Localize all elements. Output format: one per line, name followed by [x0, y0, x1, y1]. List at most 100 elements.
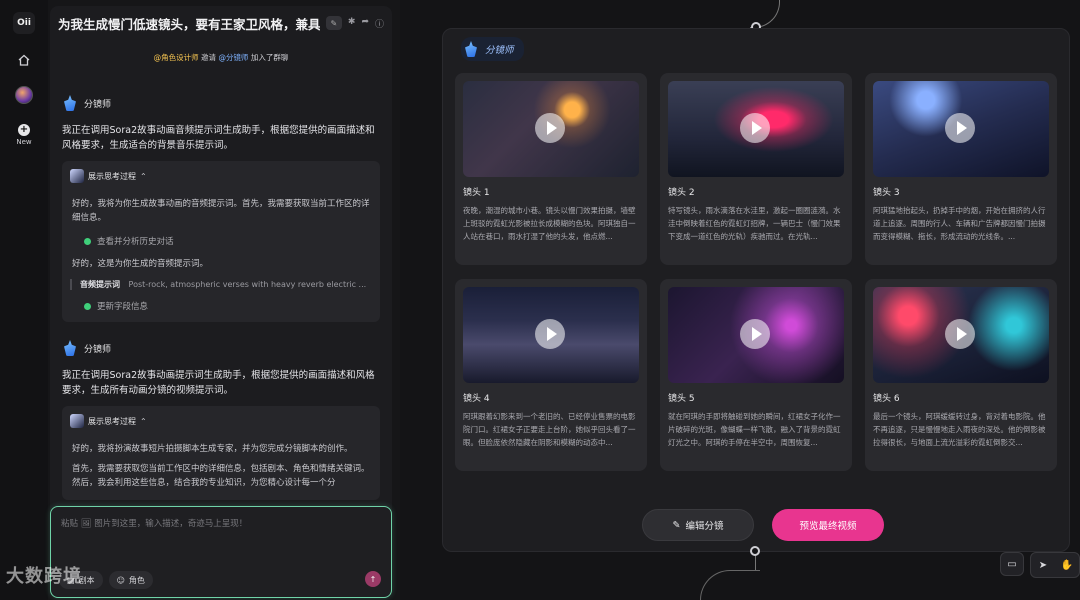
storyboard-node-header: 分镜师	[461, 37, 524, 61]
character-tool-label: 角色	[128, 575, 145, 585]
chat-header-actions: ✱ ➦ ⓘ	[348, 17, 384, 30]
share-icon[interactable]: ➦	[361, 17, 369, 30]
shot-card[interactable]: 镜头 3 阿琪猛地抬起头，扔掉手中的烟，开始在拥挤的人行道上追逐。周围的行人、车…	[865, 73, 1057, 265]
chat-message: 分镜师 我正在调用Sora2故事动画提示词生成助手，根据您提供的画面描述和风格要…	[50, 338, 392, 500]
chat-title: 为我生成慢门低速镜头，要有王家卫风格，兼具港风	[58, 16, 320, 32]
shot-thumbnail[interactable]	[668, 81, 844, 177]
step-item: 查看并分析历史对话	[70, 235, 372, 247]
storyboard-agent-icon	[62, 338, 78, 358]
message-header: 分镜师	[62, 338, 380, 358]
shot-thumbnail[interactable]	[873, 81, 1049, 177]
shot-title: 镜头 1	[463, 188, 490, 198]
play-icon[interactable]	[535, 319, 565, 349]
shot-thumbnail[interactable]	[463, 81, 639, 177]
shot-title: 镜头 6	[873, 394, 900, 404]
storyboard-agent-icon	[62, 93, 78, 113]
thinking-label: 展示思考过程	[88, 416, 136, 426]
check-dot-icon	[84, 237, 91, 245]
chevron-up-icon: ⌃	[140, 171, 147, 181]
thinking-text: 首先，我需要获取您当前工作区中的详细信息，包括剧本、角色和情绪关键词。然后，我会…	[72, 464, 370, 488]
edit-title-icon[interactable]: ✎	[325, 16, 342, 30]
canvas: 分镜师 镜头 1 夜晚，潮湿的城市小巷。镜头以慢门效果拍摄，墙壁上斑驳的霓虹光影…	[400, 0, 1080, 600]
shot-title: 镜头 2	[668, 188, 695, 198]
storyboard-title: 分镜师	[485, 45, 514, 56]
storyboard-agent-icon	[463, 39, 479, 59]
play-icon[interactable]	[740, 319, 770, 349]
message-text: 我正在调用Sora2故事动画提示词生成助手，根据您提供的画面描述和风格要求，生成…	[62, 370, 375, 396]
preview-video-button[interactable]: 预览最终视频	[772, 509, 884, 541]
play-icon[interactable]	[945, 113, 975, 143]
hand-icon[interactable]: ✋	[1055, 553, 1079, 577]
invite-notice: @角色设计师 邀请 @分镜师 加入了群聊	[50, 52, 392, 63]
new-project-button[interactable]: + New	[16, 124, 32, 146]
thinking-text: 好的，这是为你生成的音频提示词。	[72, 259, 209, 269]
storyboard-node[interactable]: 分镜师 镜头 1 夜晚，潮湿的城市小巷。镜头以慢门效果拍摄，墙壁上斑驳的霓虹光影…	[442, 28, 1070, 552]
preview-video-label: 预览最终视频	[799, 521, 857, 532]
canvas-toolbar: ▭ ➤ ✋	[1000, 552, 1080, 578]
audio-prompt-line[interactable]: 音频提示词 Post-rock, atmospheric verses with…	[70, 279, 372, 290]
play-icon[interactable]	[740, 113, 770, 143]
comment-icon[interactable]: ▭	[1000, 552, 1024, 576]
thinking-label: 展示思考过程	[88, 171, 136, 181]
edit-storyboard-button[interactable]: ✎ 编辑分镜	[642, 509, 754, 541]
shot-title: 镜头 5	[668, 394, 695, 404]
user-avatar[interactable]	[15, 86, 33, 104]
left-rail: Oii + New	[0, 0, 48, 600]
shot-card[interactable]: 镜头 4 阿琪跟着幻影来到一个老旧的、已经停业售票的电影院门口。红裙女子正要走上…	[455, 279, 647, 471]
message-author: 分镜师	[84, 99, 112, 110]
inviter-name: @角色设计师	[153, 53, 199, 62]
shot-thumbnail[interactable]	[668, 287, 844, 383]
play-icon[interactable]	[945, 319, 975, 349]
step-item: 更新字段信息	[70, 300, 372, 312]
chat-message: 分镜师 我正在调用Sora2故事动画音频提示词生成助手，根据您提供的画面描述和风…	[50, 93, 392, 322]
bug-icon[interactable]: ✱	[348, 17, 356, 30]
thinking-toggle[interactable]: 展示思考过程 ⌃	[70, 414, 372, 428]
send-button[interactable]: ↑	[365, 571, 381, 587]
invite-verb: 邀请	[201, 53, 217, 62]
character-icon: ☺	[116, 575, 125, 585]
shot-thumbnail[interactable]	[463, 287, 639, 383]
shot-description: 阿琪猛地抬起头，扔掉手中的烟，开始在拥挤的人行道上追逐。周围的行人、车辆和广告牌…	[873, 206, 1046, 241]
info-icon[interactable]: ⓘ	[375, 17, 384, 30]
app-logo[interactable]: Oii	[13, 12, 35, 34]
message-text: 我正在调用Sora2故事动画音频提示词生成助手，根据您提供的画面描述和风格要求，…	[62, 125, 375, 151]
connector-node-bottom[interactable]	[750, 546, 760, 556]
watermark: 大数跨境	[6, 566, 82, 587]
character-tool-button[interactable]: ☺ 角色	[108, 571, 153, 589]
shot-card[interactable]: 镜头 5 就在阿琪的手即将触碰到她的瞬间，红裙女子化作一片破碎的光斑，像蝴蝶一样…	[660, 279, 852, 471]
arrow-up-icon: ↑	[369, 574, 377, 584]
chat-input[interactable]: 粘贴 🖼 图片到这里，输入描述，奇迹马上呈现！	[51, 507, 391, 539]
invitee-name: @分镜师	[218, 53, 249, 62]
invite-suffix: 加入了群聊	[250, 53, 289, 62]
shot-thumbnail[interactable]	[873, 287, 1049, 383]
pencil-icon: ✎	[672, 519, 681, 531]
shot-title: 镜头 3	[873, 188, 900, 198]
thinking-panel: 展示思考过程 ⌃ 好的，我将扮演故事短片拍摄脚本生成专家，并为您完成分镜脚本的创…	[62, 406, 380, 500]
shot-card[interactable]: 镜头 2 特写镜头，雨水滴落在水洼里，激起一圈圈涟漪。水洼中倒映着红色的霓虹灯招…	[660, 73, 852, 265]
shot-description: 就在阿琪的手即将触碰到她的瞬间，红裙女子化作一片破碎的光斑，像蝴蝶一样飞散，融入…	[668, 412, 841, 447]
chat-input-box[interactable]: 粘贴 🖼 图片到这里，输入描述，奇迹马上呈现！ ▤ 剧本 ☺ 角色 ↑	[50, 506, 392, 598]
step-label: 查看并分析历史对话	[97, 237, 174, 247]
shot-card[interactable]: 镜头 6 最后一个镜头，阿琪缓缓转过身，背对着电影院。他不再追逐，只是慢慢地走入…	[865, 279, 1057, 471]
home-icon[interactable]	[14, 50, 34, 70]
new-label: New	[16, 138, 32, 146]
thinking-panel: 展示思考过程 ⌃ 好的，我将为你生成故事动画的音频提示词。首先，我需要获取当前工…	[62, 161, 380, 322]
app-root: Oii + New 为我生成慢门低速镜头，要有王家卫风格，兼具港风 ✎ ✱ ➦ …	[0, 0, 1080, 600]
storyboard-actions: ✎ 编辑分镜 预览最终视频	[642, 509, 884, 541]
edit-storyboard-label: 编辑分镜	[685, 521, 724, 532]
tool-mode-group: ➤ ✋	[1030, 552, 1080, 578]
thinking-text: 好的，我将为你生成故事动画的音频提示词。首先，我需要获取当前工作区的详细信息。	[72, 199, 370, 223]
thinking-text: 好的，我将扮演故事短片拍摄脚本生成专家，并为您完成分镜脚本的创作。	[72, 444, 353, 454]
message-author: 分镜师	[84, 344, 112, 355]
message-header: 分镜师	[62, 93, 380, 113]
audio-prompt-value: Post-rock, atmospheric verses with heavy…	[128, 280, 367, 289]
connector-wire	[700, 570, 760, 600]
thinking-toggle[interactable]: 展示思考过程 ⌃	[70, 169, 372, 183]
thinking-avatar	[70, 414, 84, 428]
play-icon[interactable]	[535, 113, 565, 143]
shot-card[interactable]: 镜头 1 夜晚，潮湿的城市小巷。镜头以慢门效果拍摄，墙壁上斑驳的霓虹光影被拉长成…	[455, 73, 647, 265]
shot-title: 镜头 4	[463, 394, 490, 404]
audio-prompt-label: 音频提示词	[80, 280, 120, 289]
cursor-icon[interactable]: ➤	[1031, 553, 1055, 577]
check-dot-icon	[84, 302, 91, 310]
